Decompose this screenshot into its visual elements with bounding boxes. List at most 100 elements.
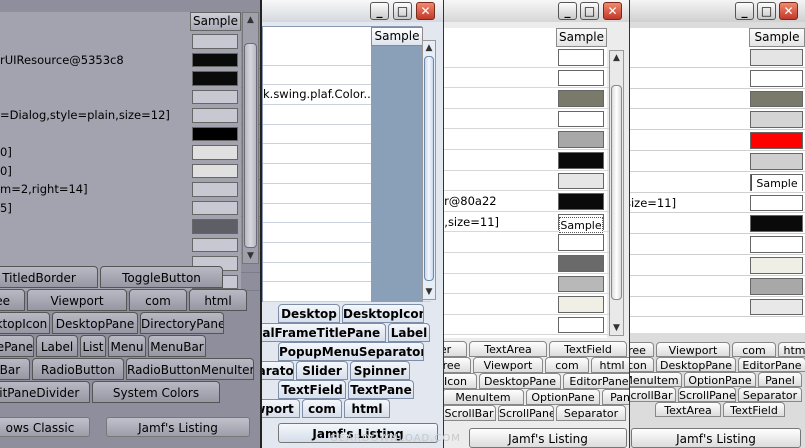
tab-item[interactable]: html: [189, 289, 247, 311]
tab-item[interactable]: ScrollBar: [442, 405, 496, 421]
color-swatch[interactable]: [558, 172, 604, 190]
table-row[interactable]: 0]: [0, 143, 260, 162]
window-3-scrollbar[interactable]: ▲ ▼: [609, 50, 624, 336]
tab-item[interactable]: ScrollPane: [678, 387, 736, 402]
color-swatch[interactable]: [750, 298, 803, 316]
tab-item[interactable]: Slider: [296, 361, 348, 380]
tab-item[interactable]: Separator: [556, 405, 626, 421]
table-row[interactable]: [625, 47, 805, 68]
color-swatch[interactable]: [750, 257, 803, 274]
table-row[interactable]: [625, 276, 805, 297]
listing-tab[interactable]: Jamf's Listing: [106, 417, 250, 437]
scrollbar-thumb[interactable]: [424, 56, 434, 281]
tab-item[interactable]: Tree: [0, 289, 25, 311]
tab-item[interactable]: Desktop: [278, 304, 340, 323]
tab-item[interactable]: TextArea: [655, 402, 721, 417]
tab-item[interactable]: Separator: [738, 387, 802, 402]
tab-item[interactable]: DesktopPane: [656, 357, 736, 372]
color-swatch[interactable]: [750, 90, 803, 108]
scrollbar-thumb[interactable]: [244, 43, 257, 248]
maximize-icon[interactable]: □: [757, 2, 776, 20]
tab-item[interactable]: RadioButton: [32, 358, 124, 380]
color-swatch[interactable]: [750, 111, 803, 129]
color-swatch[interactable]: [558, 234, 604, 251]
color-swatch[interactable]: [192, 237, 238, 252]
close-icon[interactable]: ✕: [416, 2, 435, 20]
table-row[interactable]: er@80a22: [437, 191, 616, 212]
color-swatch[interactable]: [750, 69, 803, 87]
scroll-up-icon[interactable]: ▲: [423, 41, 435, 55]
table-row[interactable]: [437, 47, 616, 68]
window-1-scrollbar[interactable]: ▲ ▼: [242, 12, 259, 264]
tab-item[interactable]: ScrollBar: [625, 387, 676, 402]
tab-item[interactable]: Spinner: [350, 361, 410, 380]
tab-item[interactable]: wport: [258, 399, 300, 418]
tab-item[interactable]: MenuBar: [148, 335, 206, 357]
tab-item[interactable]: DesktopPane: [52, 312, 138, 334]
table-row[interactable]: [625, 234, 805, 255]
tab-item[interactable]: TextArea: [469, 341, 547, 357]
scroll-up-icon[interactable]: ▲: [610, 51, 623, 65]
tab-item[interactable]: DesktopIcon: [0, 312, 50, 334]
table-row[interactable]: 0]: [0, 161, 260, 180]
tab-item[interactable]: Panel: [758, 372, 802, 387]
tab-item[interactable]: EditorPane: [738, 357, 805, 372]
tab-item[interactable]: parator: [258, 361, 294, 380]
tab-item[interactable]: OptionPane: [526, 389, 600, 405]
tab-item[interactable]: com: [129, 289, 187, 311]
listing-tab[interactable]: ows Classic: [0, 417, 90, 437]
color-swatch[interactable]: [192, 182, 238, 197]
tab-item[interactable]: MenuItem: [442, 389, 524, 405]
table-row[interactable]: [437, 88, 616, 109]
table-row[interactable]: [437, 315, 616, 336]
sample-column-header[interactable]: Sample: [190, 12, 241, 31]
color-swatch[interactable]: [558, 69, 604, 87]
table-row[interactable]: [625, 89, 805, 110]
sample-column-header[interactable]: Sample: [749, 28, 805, 47]
table-row[interactable]: [437, 68, 616, 89]
tab-item[interactable]: MenuItem: [625, 372, 682, 387]
table-row[interactable]: [625, 213, 805, 235]
tab-item[interactable]: ToggleButton: [100, 266, 223, 288]
scrollbar-thumb[interactable]: [611, 85, 622, 300]
table-row[interactable]: [0, 217, 260, 236]
color-swatch[interactable]: [750, 236, 803, 253]
scroll-up-icon[interactable]: ▲: [243, 13, 258, 27]
tab-item[interactable]: TextField: [723, 402, 785, 417]
close-icon[interactable]: ✕: [779, 2, 798, 20]
color-swatch[interactable]: [558, 296, 604, 313]
tab-item[interactable]: com: [732, 342, 776, 357]
tab-item[interactable]: SplitPaneDivider: [0, 381, 90, 403]
color-swatch[interactable]: [750, 49, 803, 66]
table-row[interactable]: [437, 232, 616, 253]
table-row[interactable]: [625, 255, 805, 276]
table-row[interactable]: rUIResource@5353c8: [0, 50, 260, 69]
tab-item[interactable]: TitledBorder: [0, 266, 98, 288]
maximize-icon[interactable]: □: [580, 2, 599, 20]
table-row[interactable]: [0, 235, 260, 254]
tab-item[interactable]: Label: [36, 335, 78, 357]
table-row[interactable]: 5]: [0, 198, 260, 217]
tab-item[interactable]: eTitlePane: [0, 335, 34, 357]
table-row[interactable]: [625, 109, 805, 131]
table-row[interactable]: m=2,right=14]: [0, 180, 260, 199]
tab-item[interactable]: System Colors: [92, 381, 220, 403]
tab-item[interactable]: Panel: [602, 389, 629, 405]
minimize-icon[interactable]: _: [370, 2, 389, 20]
color-swatch[interactable]: [750, 153, 803, 170]
color-swatch[interactable]: [192, 145, 238, 160]
tab-item[interactable]: essBar: [0, 358, 30, 380]
tab-item[interactable]: TextField: [549, 341, 627, 357]
color-swatch[interactable]: [192, 163, 238, 178]
table-row[interactable]: [437, 171, 616, 192]
table-row[interactable]: [625, 151, 805, 172]
tab-item[interactable]: Viewport: [473, 357, 543, 373]
tab-item[interactable]: nalFrameTitlePane: [258, 323, 386, 342]
color-swatch[interactable]: [558, 49, 604, 66]
scroll-down-icon[interactable]: ▼: [423, 285, 435, 299]
tab-item[interactable]: html: [344, 399, 390, 418]
close-icon[interactable]: ✕: [603, 2, 622, 20]
color-swatch[interactable]: [750, 132, 803, 149]
tab-item[interactable]: Menu: [108, 335, 146, 357]
color-swatch[interactable]: [192, 200, 238, 215]
